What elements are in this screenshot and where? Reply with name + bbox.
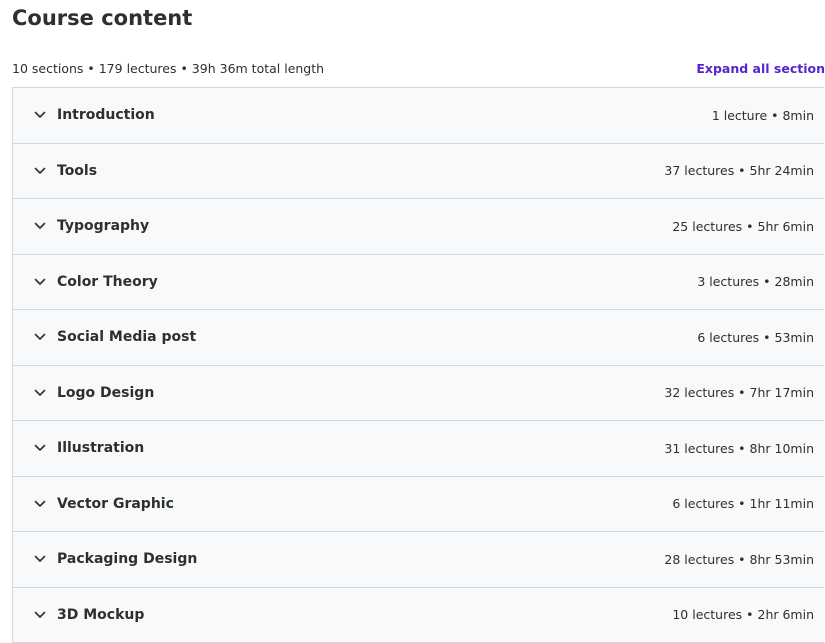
section-meta: 37 lectures • 5hr 24min: [664, 163, 814, 178]
section-row-illustration[interactable]: Illustration 31 lectures • 8hr 10min: [13, 421, 824, 477]
course-summary-bar: 10 sections • 179 lectures • 39h 36m tot…: [12, 58, 825, 78]
section-title: Illustration: [57, 440, 664, 456]
section-meta: 10 lectures • 2hr 6min: [672, 607, 814, 622]
chevron-down-icon: [33, 497, 47, 511]
section-row-logo-design[interactable]: Logo Design 32 lectures • 7hr 17min: [13, 366, 824, 422]
section-row-vector-graphic[interactable]: Vector Graphic 6 lectures • 1hr 11min: [13, 477, 824, 533]
section-row-social-media-post[interactable]: Social Media post 6 lectures • 53min: [13, 310, 824, 366]
chevron-down-icon: [33, 552, 47, 566]
section-title: 3D Mockup: [57, 607, 672, 623]
course-content-panel: Course content 10 sections • 179 lecture…: [0, 0, 825, 642]
section-row-color-theory[interactable]: Color Theory 3 lectures • 28min: [13, 255, 824, 311]
chevron-down-icon: [33, 108, 47, 122]
chevron-down-icon: [33, 441, 47, 455]
chevron-down-icon: [33, 386, 47, 400]
section-row-introduction[interactable]: Introduction 1 lecture • 8min: [13, 88, 824, 144]
chevron-down-icon: [33, 608, 47, 622]
page-title: Course content: [12, 4, 192, 32]
section-title: Color Theory: [57, 274, 697, 290]
section-title: Introduction: [57, 107, 712, 123]
section-title: Typography: [57, 218, 672, 234]
section-row-tools[interactable]: Tools 37 lectures • 5hr 24min: [13, 144, 824, 200]
section-row-3d-mockup[interactable]: 3D Mockup 10 lectures • 2hr 6min: [13, 588, 824, 643]
section-meta: 1 lecture • 8min: [712, 108, 814, 123]
section-meta: 31 lectures • 8hr 10min: [664, 441, 814, 456]
section-title: Vector Graphic: [57, 496, 672, 512]
course-summary: 10 sections • 179 lectures • 39h 36m tot…: [12, 61, 324, 76]
section-meta: 6 lectures • 1hr 11min: [672, 496, 814, 511]
section-meta: 25 lectures • 5hr 6min: [672, 219, 814, 234]
section-row-typography[interactable]: Typography 25 lectures • 5hr 6min: [13, 199, 824, 255]
section-meta: 32 lectures • 7hr 17min: [664, 385, 814, 400]
section-title: Tools: [57, 163, 664, 179]
section-meta: 3 lectures • 28min: [697, 274, 814, 289]
section-meta: 6 lectures • 53min: [697, 330, 814, 345]
section-title: Social Media post: [57, 329, 697, 345]
chevron-down-icon: [33, 164, 47, 178]
expand-all-sections-button[interactable]: Expand all section: [696, 61, 825, 76]
chevron-down-icon: [33, 275, 47, 289]
section-row-packaging-design[interactable]: Packaging Design 28 lectures • 8hr 53min: [13, 532, 824, 588]
section-list: Introduction 1 lecture • 8min Tools 37 l…: [12, 87, 824, 643]
section-title: Logo Design: [57, 385, 664, 401]
section-title: Packaging Design: [57, 551, 664, 567]
chevron-down-icon: [33, 330, 47, 344]
section-meta: 28 lectures • 8hr 53min: [664, 552, 814, 567]
chevron-down-icon: [33, 219, 47, 233]
